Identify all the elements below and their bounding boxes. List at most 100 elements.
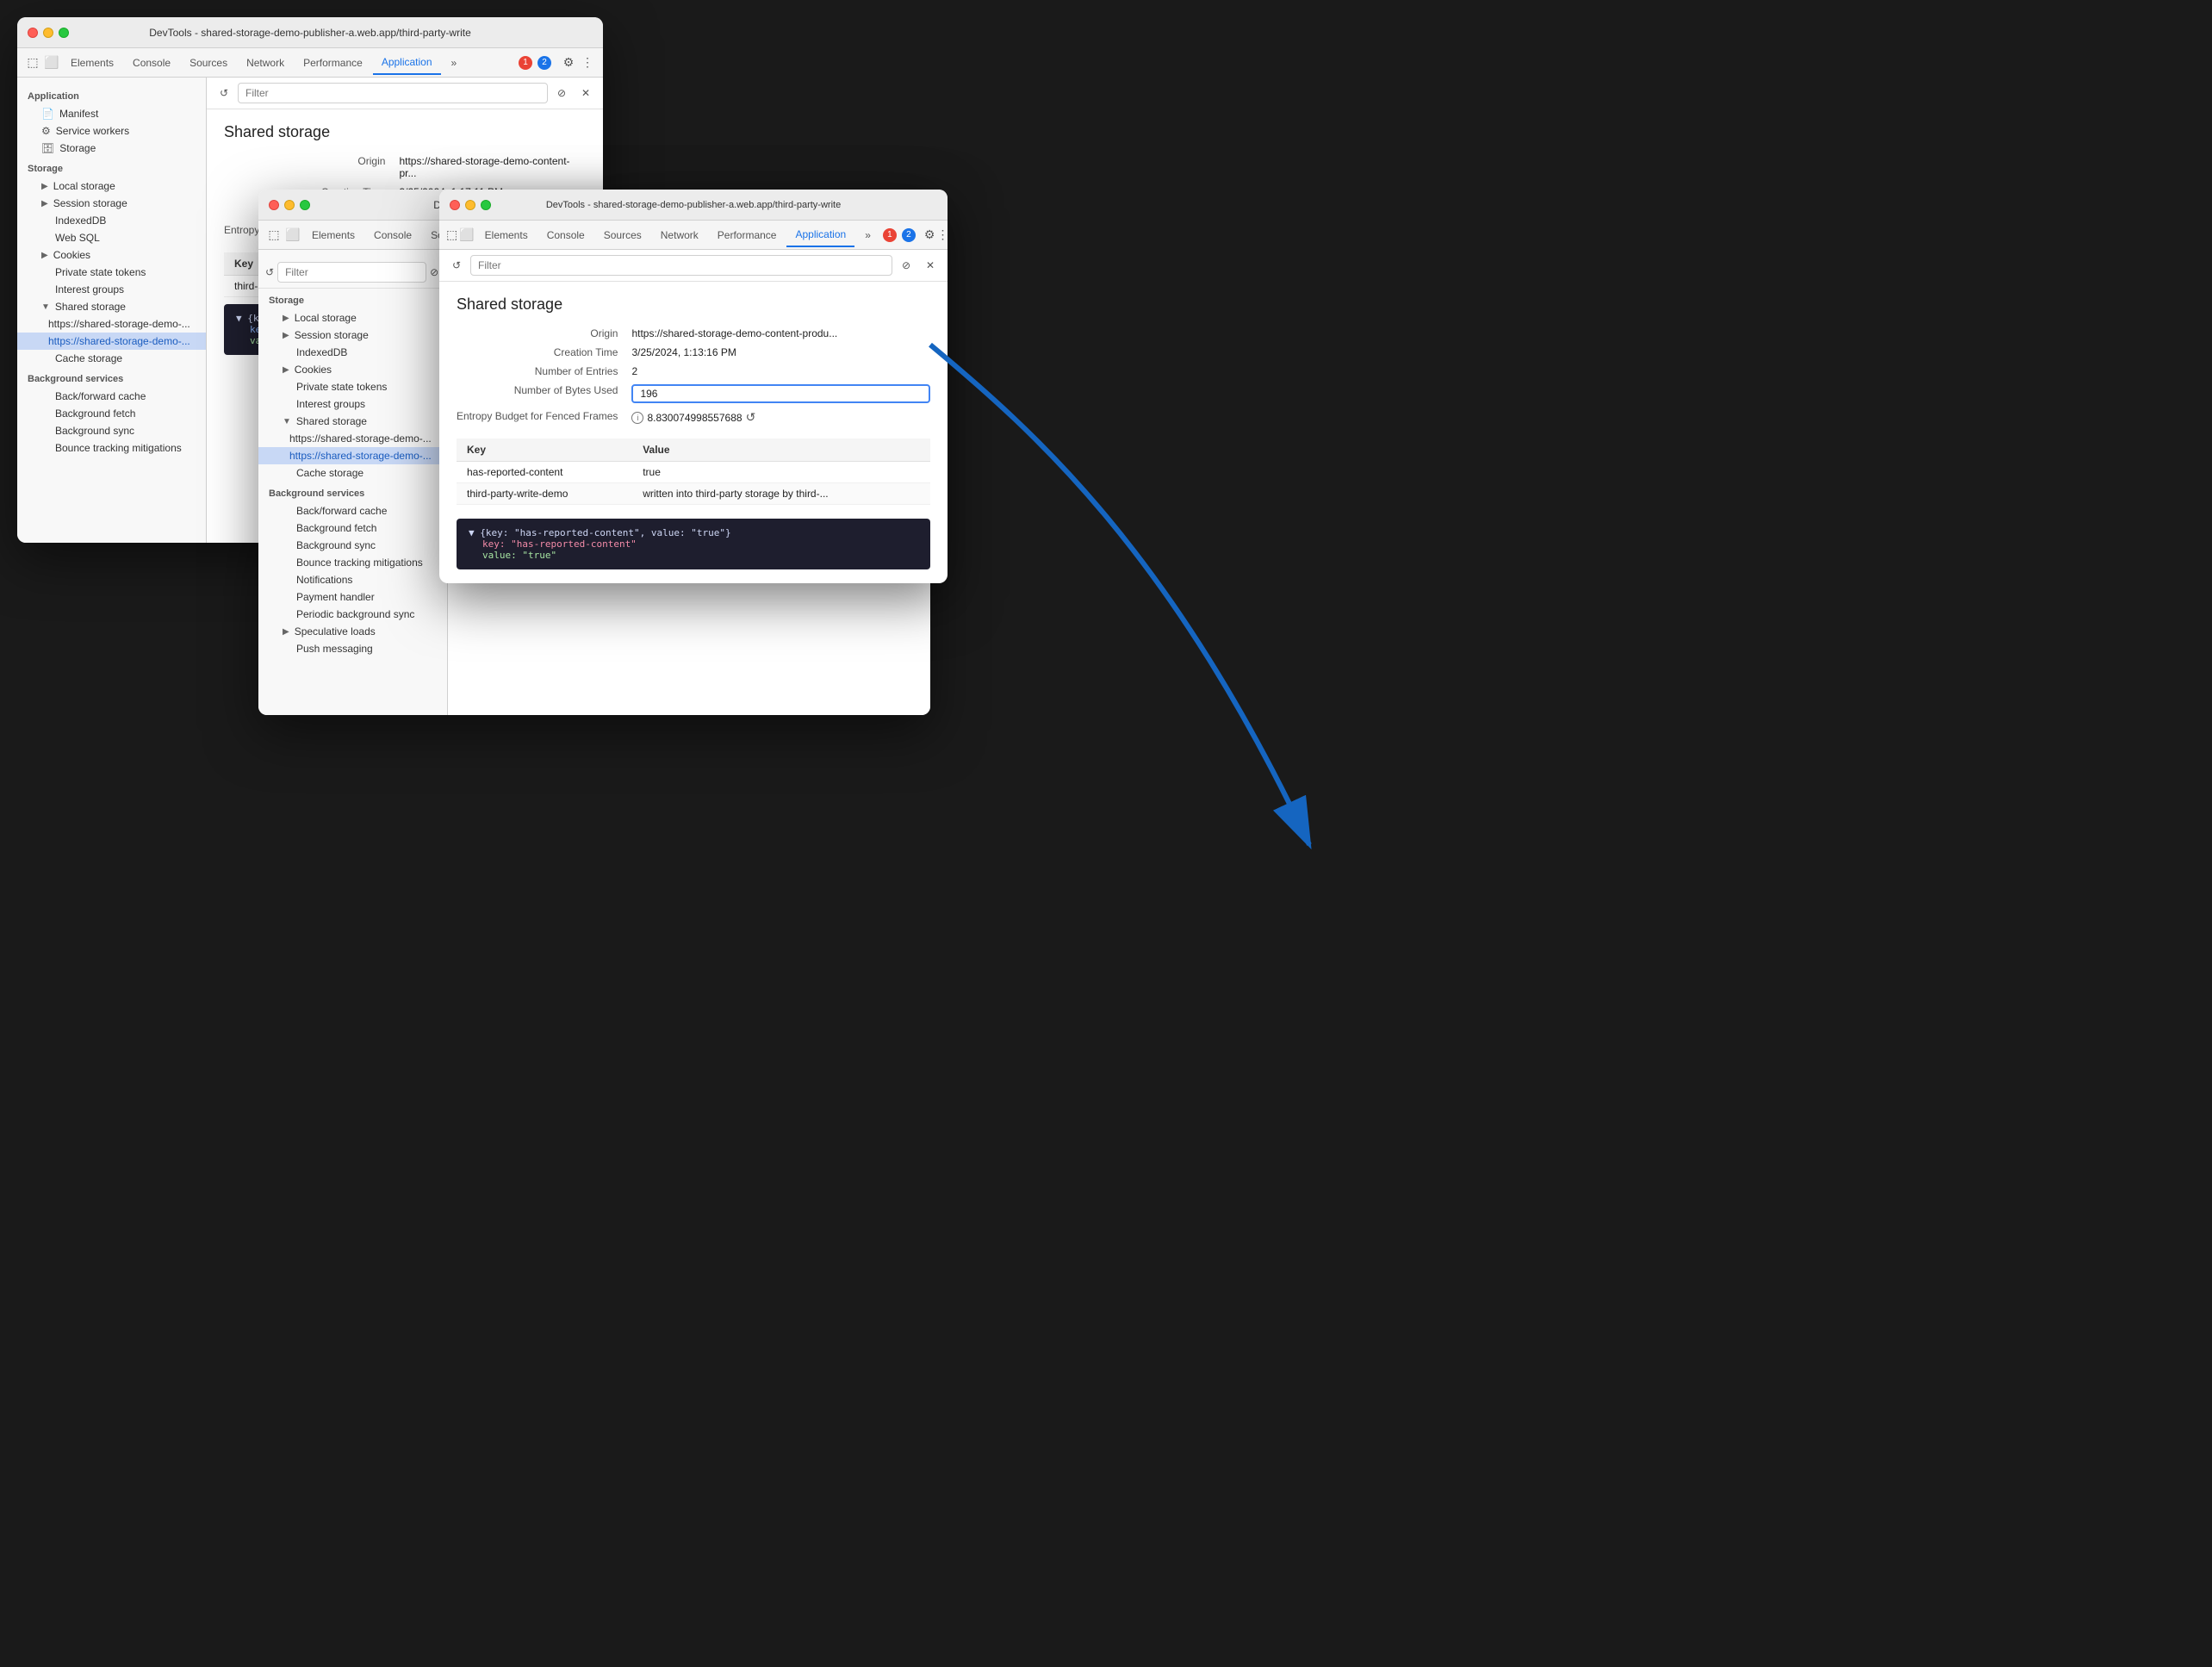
close-filter-1[interactable]: ✕ [575,83,596,103]
sidebar-item-manifest-1[interactable]: 📄 Manifest [17,105,206,122]
reload-entropy-btn-3[interactable]: ↺ [746,410,756,425]
code-value-3: value: "true" [482,550,556,561]
sidebar-item-ss-origin1-1[interactable]: https://shared-storage-demo-... [17,315,206,333]
table-row-3-2[interactable]: third-party-write-demo written into thir… [457,483,930,505]
minimize-button-2[interactable] [284,200,295,210]
filter-input-3[interactable] [470,255,892,276]
device-icon-2[interactable]: ⬜ [284,227,301,244]
sidebar-item-specloads-2[interactable]: ▶ Speculative loads [258,623,447,640]
sidebar-item-sessionstorage-2[interactable]: ▶ Session storage [258,327,447,344]
table-row-3-1[interactable]: has-reported-content true [457,462,930,483]
tab-elements-2[interactable]: Elements [303,224,363,246]
maximize-button-3[interactable] [481,200,491,210]
devtools-window-3: DevTools - shared-storage-demo-publisher… [439,190,948,583]
sidebar-item-notifications-2[interactable]: Notifications [258,571,447,588]
tab-console-3[interactable]: Console [538,224,593,246]
select-icon-2[interactable]: ⬚ [265,227,283,244]
device-icon-3[interactable]: ⬜ [459,227,474,244]
origin-value-3: https://shared-storage-demo-content-prod… [631,327,930,339]
sidebar-item-ss-origin2-1[interactable]: https://shared-storage-demo-... [17,333,206,350]
clear-filter-2[interactable]: ⊘ [430,262,438,283]
devtools-tab-bar-1: ⬚ ⬜ Elements Console Sources Network Per… [17,48,603,78]
maximize-button-2[interactable] [300,200,310,210]
clear-filter-3[interactable]: ⊘ [896,255,916,276]
refresh-icon-3[interactable]: ↺ [446,255,467,276]
sidebar-item-pushmessaging-2[interactable]: Push messaging [258,640,447,657]
sidebar-section-storage-2: Storage [258,289,447,309]
sidebar-item-periodicbgsync-2[interactable]: Periodic background sync [258,606,447,623]
sidebar-item-sharedstorage-2[interactable]: ▼ Shared storage [258,413,447,430]
tab-more-3[interactable]: » [856,224,879,246]
sidebar-item-cachestorage-2[interactable]: Cache storage [258,464,447,482]
sidebar-item-bfcache-2[interactable]: Back/forward cache [258,502,447,519]
clear-filter-1[interactable]: ⊘ [551,83,572,103]
info-grid-3: Origin https://shared-storage-demo-conte… [457,327,930,425]
refresh-icon-2[interactable]: ↺ [265,262,274,283]
minimize-button-3[interactable] [465,200,475,210]
sidebar-item-websql-1[interactable]: Web SQL [17,229,206,246]
data-table-3: Key Value has-reported-content true thir… [457,439,930,505]
maximize-button-1[interactable] [59,28,69,38]
close-filter-3[interactable]: ✕ [920,255,941,276]
code-block-3: ▼ {key: "has-reported-content", value: "… [457,519,930,569]
sidebar-item-cookies-2[interactable]: ▶ Cookies [258,361,447,378]
sidebar-item-privatestate-1[interactable]: Private state tokens [17,264,206,281]
sidebar-item-ss-origin1-2[interactable]: https://shared-storage-demo-... [258,430,447,447]
info-circle-icon-3[interactable]: i [631,412,643,424]
tab-more-1[interactable]: » [443,52,466,74]
tab-application-1[interactable]: Application [373,51,441,75]
tab-elements-1[interactable]: Elements [62,52,122,74]
tab-elements-3[interactable]: Elements [476,224,537,246]
sidebar-item-sessionstorage-1[interactable]: ▶ Session storage [17,195,206,212]
refresh-icon-1[interactable]: ↺ [214,83,234,103]
minimize-button-1[interactable] [43,28,53,38]
traffic-lights-3 [450,200,491,210]
sidebar-item-bgfetch-2[interactable]: Background fetch [258,519,447,537]
sidebar-item-bgsync-1[interactable]: Background sync [17,422,206,439]
sidebar-item-bouncetrack-2[interactable]: Bounce tracking mitigations [258,554,447,571]
sidebar-item-ss-origin2-2[interactable]: https://shared-storage-demo-... [258,447,447,464]
settings-icon-3[interactable]: ⚙ [924,227,935,244]
sidebar-item-localstorage-2[interactable]: ▶ Local storage [258,309,447,327]
tab-application-3[interactable]: Application [786,223,854,247]
filter-bar-1: ↺ ⊘ ✕ [207,78,603,109]
tab-console-1[interactable]: Console [124,52,179,74]
tab-network-1[interactable]: Network [238,52,293,74]
close-button-3[interactable] [450,200,460,210]
filter-input-2[interactable] [277,262,426,283]
select-icon[interactable]: ⬚ [24,54,41,72]
sidebar-item-bfcache-1[interactable]: Back/forward cache [17,388,206,405]
more-icon-3[interactable]: ⋮ [936,227,948,244]
creation-value-3: 3/25/2024, 1:13:16 PM [631,346,930,358]
select-icon-3[interactable]: ⬚ [446,227,457,244]
sidebar-item-paymenthandler-2[interactable]: Payment handler [258,588,447,606]
sidebar-item-interestgroups-1[interactable]: Interest groups [17,281,206,298]
more-icon-1[interactable]: ⋮ [579,54,596,72]
sidebar-item-cachestorage-1[interactable]: Cache storage [17,350,206,367]
tab-performance-1[interactable]: Performance [295,52,371,74]
sidebar-section-bgsvc-2: Background services [258,482,447,502]
sidebar-item-interestgroups-2[interactable]: Interest groups [258,395,447,413]
tab-performance-3[interactable]: Performance [709,224,786,246]
tab-network-3[interactable]: Network [652,224,707,246]
storage-icon-1: 🗄 [41,142,54,154]
sidebar-item-privatestate-2[interactable]: Private state tokens [258,378,447,395]
sidebar-item-bgfetch-1[interactable]: Background fetch [17,405,206,422]
tab-sources-1[interactable]: Sources [181,52,236,74]
sidebar-item-serviceworkers-1[interactable]: ⚙ Service workers [17,122,206,140]
sidebar-item-localstorage-1[interactable]: ▶ Local storage [17,177,206,195]
sidebar-item-cookies-1[interactable]: ▶ Cookies [17,246,206,264]
sidebar-item-indexeddb-2[interactable]: IndexedDB [258,344,447,361]
sidebar-item-bouncetrack-1[interactable]: Bounce tracking mitigations [17,439,206,457]
sidebar-item-storage-1[interactable]: 🗄 Storage [17,140,206,157]
filter-input-1[interactable] [238,83,548,103]
sidebar-item-sharedstorage-1[interactable]: ▼ Shared storage [17,298,206,315]
tab-sources-3[interactable]: Sources [595,224,650,246]
close-button-1[interactable] [28,28,38,38]
sidebar-item-bgsync-2[interactable]: Background sync [258,537,447,554]
tab-console-2[interactable]: Console [365,224,420,246]
close-button-2[interactable] [269,200,279,210]
settings-icon-1[interactable]: ⚙ [560,54,577,72]
sidebar-item-indexeddb-1[interactable]: IndexedDB [17,212,206,229]
device-icon[interactable]: ⬜ [43,54,60,72]
